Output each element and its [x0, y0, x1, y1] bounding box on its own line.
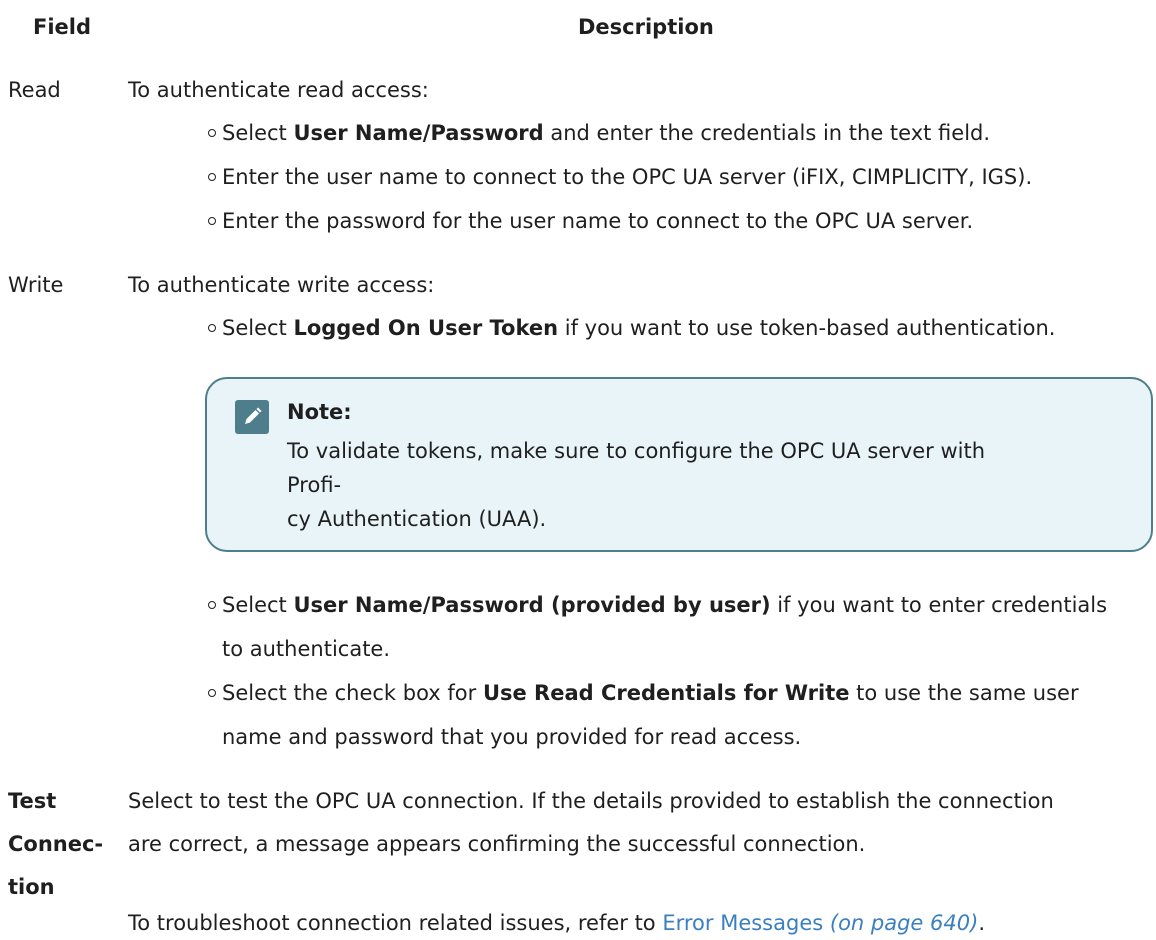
field-test-line-3: tion: [8, 875, 55, 899]
note-callout: Note: To validate tokens, make sure to c…: [205, 377, 1153, 552]
write-bullet-2: Select User Name/Password (provided by u…: [208, 588, 1107, 622]
pencil-icon: [235, 400, 269, 434]
bullet-marker: [208, 217, 216, 225]
test-description-line-2: are correct, a message appears confirmin…: [128, 832, 866, 856]
bullet-marker: [208, 173, 216, 181]
write-bullet-3: Select the check box for Use Read Creden…: [208, 676, 1079, 710]
field-write: Write: [8, 273, 64, 297]
bullet-marker: [208, 601, 216, 609]
troubleshoot-text: To troubleshoot connection related issue…: [128, 911, 985, 935]
bullet-marker: [208, 689, 216, 697]
write-bullet-1: Select Logged On User Token if you want …: [208, 311, 1055, 345]
column-header-field: Field: [33, 15, 92, 39]
error-messages-link[interactable]: Error Messages (on page 640): [662, 911, 978, 935]
field-test-line-2: Connec-: [8, 832, 104, 856]
column-header-description: Description: [578, 15, 714, 39]
test-description-line-1: Select to test the OPC UA connection. If…: [128, 789, 1054, 813]
field-read: Read: [8, 78, 61, 102]
read-bullet-2: Enter the user name to connect to the OP…: [208, 160, 1032, 194]
read-bullet-3: Enter the password for the user name to …: [208, 204, 973, 238]
read-intro: To authenticate read access:: [128, 78, 429, 102]
read-bullet-1: Select User Name/Password and enter the …: [208, 116, 990, 150]
write-intro: To authenticate write access:: [128, 273, 435, 297]
note-body: To validate tokens, make sure to configu…: [287, 439, 986, 531]
write-bullet-2-continuation: to authenticate.: [222, 637, 391, 661]
bullet-marker: [208, 324, 216, 332]
note-title: Note:: [287, 400, 352, 424]
bullet-marker: [208, 129, 216, 137]
write-bullet-3-continuation: name and password that you provided for …: [222, 725, 802, 749]
field-test-line-1: Test: [8, 789, 57, 813]
document-page: Field Description Read To authenticate r…: [0, 0, 1156, 935]
